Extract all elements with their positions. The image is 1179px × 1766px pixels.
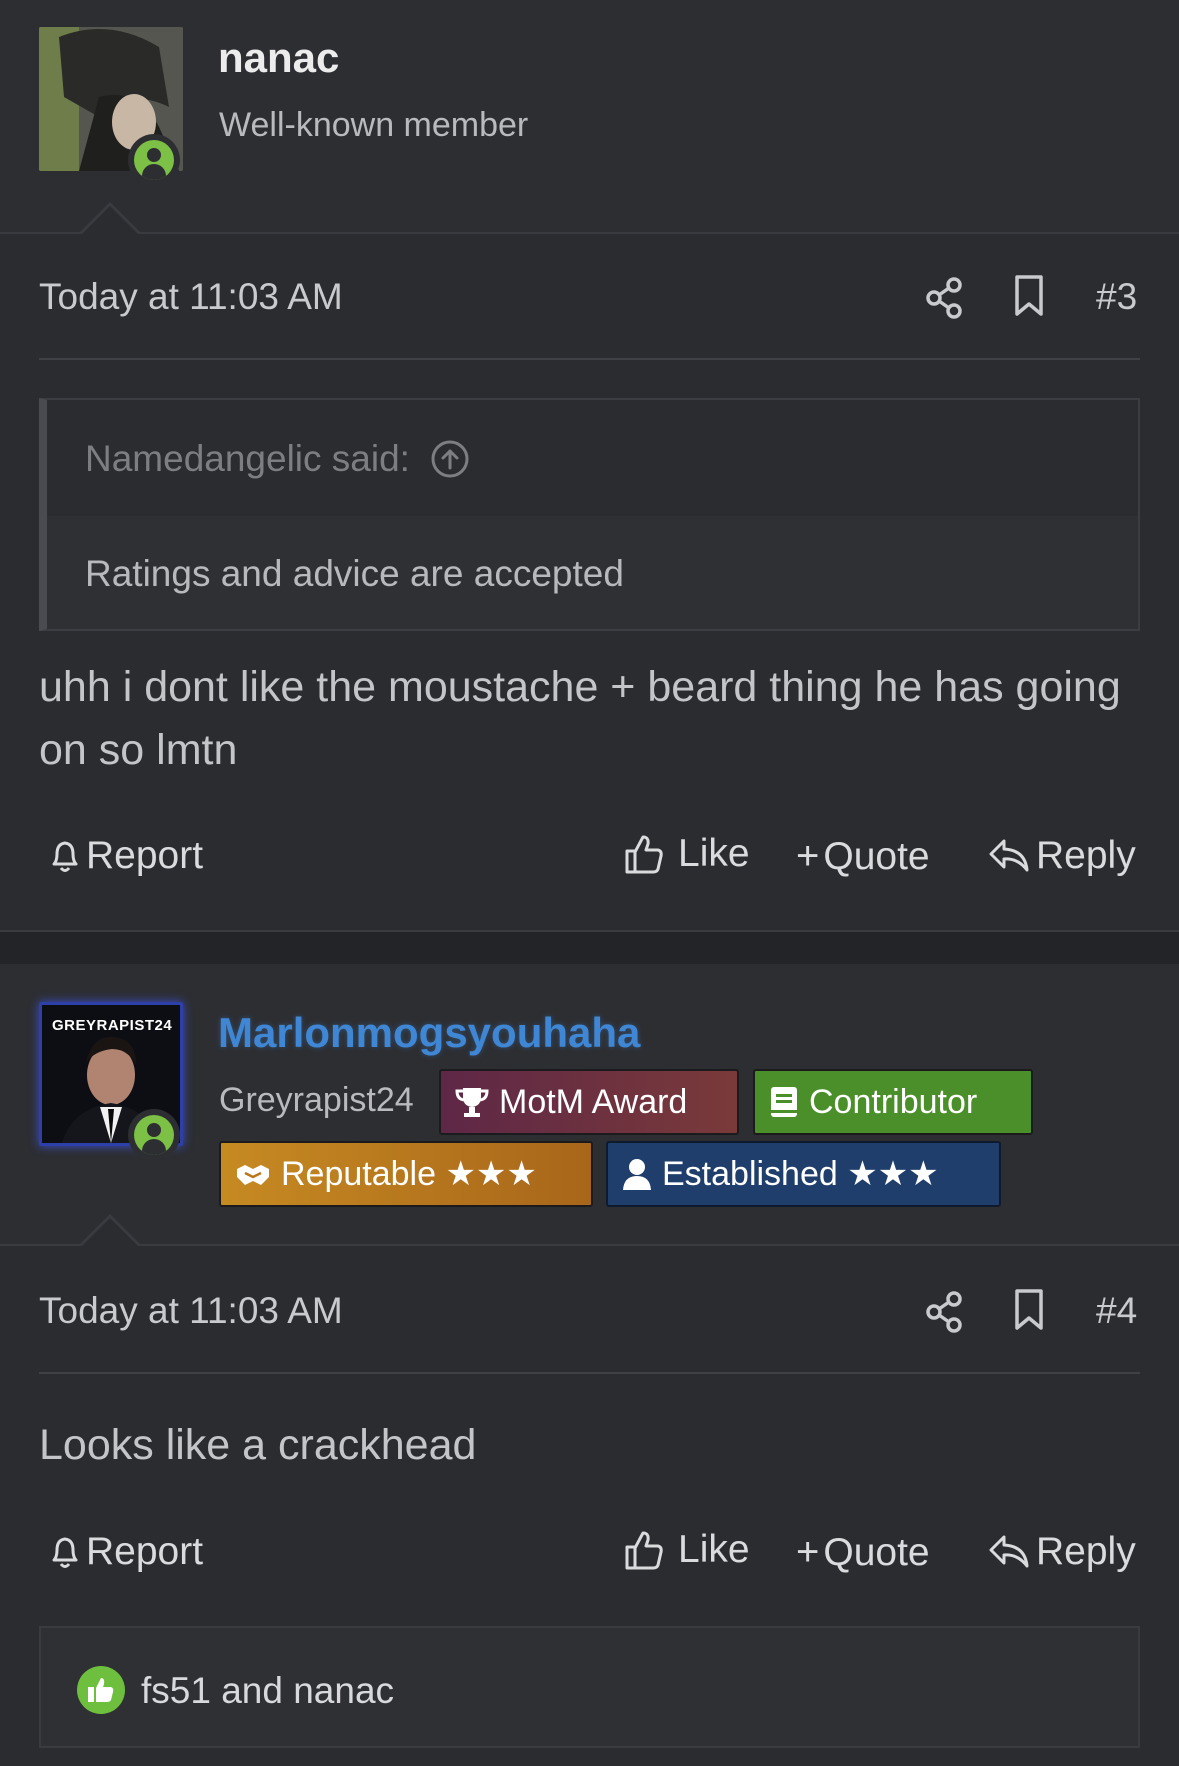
established-badge[interactable]: Established ★★★ [606, 1141, 1001, 1207]
trophy-icon [455, 1085, 489, 1119]
username[interactable]: Marlonmogsyouhaha [218, 1009, 640, 1057]
bell-icon [48, 837, 82, 875]
reply-button[interactable]: Reply [988, 1530, 1136, 1574]
post-time[interactable]: Today at 11:03 AM [39, 276, 343, 318]
handshake-icon [235, 1159, 271, 1189]
reactions-bar[interactable]: fs51 and nanac [39, 1626, 1140, 1748]
post-number[interactable]: #4 [1096, 1290, 1137, 1332]
online-status-icon [128, 134, 180, 186]
bookmark-icon[interactable] [1013, 1288, 1045, 1337]
motm-award-badge[interactable]: MotM Award [439, 1069, 739, 1135]
user-title: Greyrapist24 [219, 1081, 414, 1119]
contributor-badge[interactable]: Contributor [753, 1069, 1033, 1135]
share-icon[interactable] [924, 276, 964, 325]
reply-arrow-icon [988, 1533, 1030, 1571]
online-status-icon [128, 1109, 180, 1161]
message-text: uhh i dont like the moustache + beard th… [39, 663, 1121, 774]
reactions-users[interactable]: fs51 and nanac [141, 1670, 394, 1712]
like-button[interactable]: Like [624, 1528, 750, 1572]
bell-icon [48, 1533, 82, 1571]
quote-text: Ratings and advice are accepted [85, 553, 624, 594]
report-button[interactable]: Report [48, 1530, 203, 1574]
report-button[interactable]: Report [48, 834, 203, 878]
separator [39, 358, 1140, 360]
avatar-caption: GREYRAPIST24 [52, 1017, 173, 1034]
expand-quote-icon[interactable] [430, 439, 470, 479]
user-title: Well-known member [219, 106, 529, 144]
username[interactable]: nanac [218, 34, 339, 82]
like-reaction-icon [77, 1666, 125, 1714]
reputable-badge[interactable]: Reputable ★★★ [219, 1141, 593, 1207]
bookmark-icon[interactable] [1013, 274, 1045, 323]
like-button[interactable]: Like [624, 832, 750, 876]
post-time[interactable]: Today at 11:03 AM [39, 1290, 343, 1332]
plus-icon: + [796, 1530, 820, 1574]
message-text: Looks like a crackhead [39, 1421, 477, 1469]
post-number[interactable]: #3 [1096, 276, 1137, 318]
reply-arrow-icon [988, 837, 1030, 875]
share-icon[interactable] [924, 1290, 964, 1339]
reply-button[interactable]: Reply [988, 834, 1136, 878]
thumbs-up-icon [624, 833, 664, 875]
user-icon [622, 1157, 652, 1191]
separator [39, 1372, 1140, 1374]
book-icon [769, 1085, 799, 1119]
quote-button[interactable]: + Quote [796, 834, 930, 879]
thumbs-up-icon [624, 1529, 664, 1571]
post-gap [0, 932, 1179, 964]
quote-author[interactable]: Namedangelic said: [85, 438, 470, 480]
plus-icon: + [796, 834, 820, 878]
quote-block: Namedangelic said: Ratings and advice ar… [39, 398, 1140, 631]
quote-button[interactable]: + Quote [796, 1530, 930, 1575]
